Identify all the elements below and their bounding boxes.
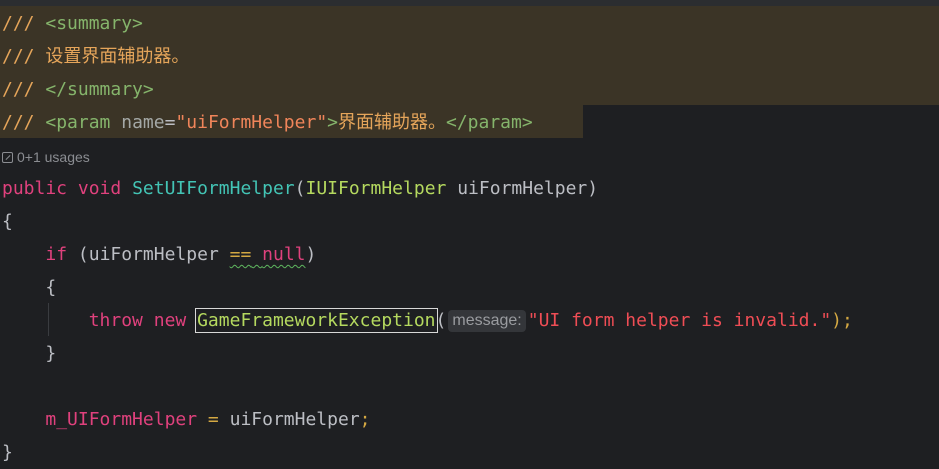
param-open-tag: <param [45, 112, 111, 133]
param-end-tag: </param> [446, 112, 533, 133]
code-line-signature[interactable]: public void SetUIFormHelper(IUIFormHelpe… [2, 172, 598, 205]
doc-summary-text: 设置界面辅助器。 [45, 46, 190, 67]
doc-line-4[interactable]: /// <param name="uiFormHelper">界面辅助器。</p… [2, 106, 533, 139]
keyword-void: void [77, 178, 122, 199]
inner-brace-close: } [45, 343, 57, 364]
doc-prefix: /// [2, 13, 46, 34]
param-attr-value: "uiFormHelper" [175, 112, 328, 133]
paren-open: ( [435, 310, 447, 331]
parameter-name-hint: message: [448, 310, 526, 332]
code-line-brace-close[interactable]: } [2, 436, 13, 469]
keyword-new: new [153, 310, 187, 331]
code-line-brace-open[interactable]: { [2, 205, 13, 238]
brace-open: { [2, 211, 13, 232]
keyword-null[interactable]: null [262, 244, 305, 265]
code-line-assign[interactable]: m_UIFormHelper = uiFormHelper; [2, 403, 371, 436]
doc-prefix: /// [2, 79, 46, 100]
field-ui-form-helper[interactable]: m_UIFormHelper [45, 409, 197, 430]
doc-prefix: /// [2, 46, 46, 67]
keyword-public: public [2, 178, 68, 199]
if-variable[interactable]: uiFormHelper [89, 244, 219, 265]
error-message-string[interactable]: "UI form helper is invalid." [528, 310, 831, 331]
keyword-if: if [45, 244, 68, 265]
paren-open: ( [294, 178, 306, 199]
paren-close: ) [587, 178, 599, 199]
method-name[interactable]: SetUIFormHelper [132, 178, 295, 199]
equality-operator[interactable]: == [230, 244, 252, 265]
doc-line-3[interactable]: /// </summary> [2, 73, 154, 106]
assign-operator: = [207, 409, 219, 430]
code-line-inner-brace-close[interactable]: } [2, 337, 56, 370]
doc-line-1[interactable]: /// <summary> [2, 7, 143, 40]
doc-line-2[interactable]: /// 设置界面辅助器。 [2, 40, 189, 73]
param-tag-close: > [327, 112, 338, 133]
paren-close: ) [305, 244, 317, 265]
external-arrow-icon [2, 151, 13, 163]
exception-type[interactable]: GameFrameworkException [195, 308, 438, 333]
paren-open: ( [77, 244, 89, 265]
code-line-if[interactable]: if (uiFormHelper == null) [2, 238, 316, 271]
semicolon: ; [359, 409, 371, 430]
param-attr-name: name [121, 112, 165, 133]
param-description: 界面辅助器。 [338, 112, 446, 133]
inner-brace-open: { [45, 277, 57, 298]
summary-close-tag: </summary> [45, 79, 154, 100]
keyword-throw: throw [88, 310, 143, 331]
code-line-inner-brace-open[interactable]: { [2, 271, 56, 304]
code-line-throw[interactable]: throw new GameFrameworkException(message… [2, 304, 853, 337]
statement-end: ); [831, 310, 853, 331]
usages-hint[interactable]: 0+1 usages [2, 145, 90, 169]
usages-label: 0+1 usages [17, 149, 90, 165]
brace-close: } [2, 442, 13, 463]
assign-value[interactable]: uiFormHelper [230, 409, 360, 430]
param-attr-eq: = [164, 112, 176, 133]
param-type[interactable]: IUIFormHelper [305, 178, 446, 199]
param-name[interactable]: uiFormHelper [457, 178, 587, 199]
summary-open-tag: <summary> [45, 13, 143, 34]
doc-prefix: /// [2, 112, 46, 133]
